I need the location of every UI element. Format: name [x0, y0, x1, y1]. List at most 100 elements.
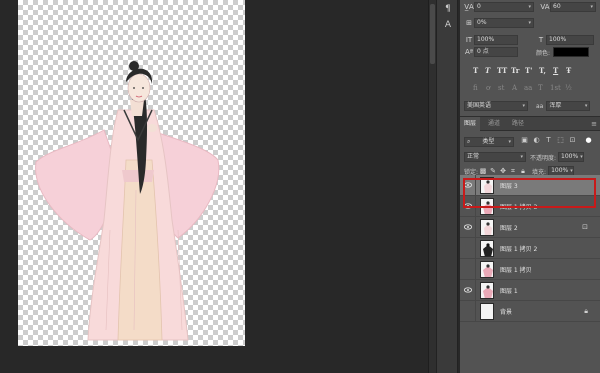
type-filter-icon[interactable]: T [544, 136, 553, 145]
layer-row[interactable]: 图层 3 [460, 174, 600, 196]
baseline-shift-value: 0 点 [477, 48, 489, 55]
subscript-button[interactable]: T, [539, 66, 546, 75]
vertical-scale-icon: IT [465, 36, 473, 44]
visibility-eye-icon[interactable] [460, 216, 476, 238]
blend-row: 正常 ▾ 不透明度: 100% ▾ [464, 151, 585, 163]
chevron-down-icon[interactable]: ▾ [585, 102, 588, 110]
swash-button[interactable]: A [512, 84, 517, 92]
discretionary-ligature-button[interactable]: st [498, 84, 504, 92]
layer-thumbnail[interactable] [480, 218, 494, 236]
horizontal-scale-field[interactable]: 100% [546, 35, 594, 45]
ordinals-button[interactable]: 1st [550, 84, 561, 92]
visibility-eye-icon[interactable] [460, 174, 476, 196]
lock-transparent-pixels-icon[interactable]: ▩ [478, 167, 488, 175]
tab-layers[interactable]: 图层 [460, 117, 481, 131]
layer-row[interactable]: 图层 2 ⊡ [460, 216, 600, 238]
vertical-scale-field[interactable]: 100% [474, 35, 518, 45]
fractions-button[interactable]: ½ [565, 84, 572, 92]
layer-thumbnail[interactable] [480, 260, 494, 278]
chevron-down-icon[interactable]: ▾ [570, 167, 573, 175]
titling-alternates-button[interactable]: T [538, 84, 543, 92]
faux-bold-button[interactable]: T [473, 66, 478, 75]
canvas-workspace[interactable] [0, 0, 428, 373]
tab-paths[interactable]: 路径 [508, 117, 528, 131]
visibility-toggle-empty[interactable] [460, 237, 476, 259]
right-panels: V̲A 0 ▾ VA 60 ▾ ⊞ 0% ▾ IT 100% T 100% Aª [460, 0, 600, 373]
layer-row[interactable]: 图层 1 [460, 279, 600, 301]
opacity-field[interactable]: 100% ▾ [558, 152, 585, 162]
proportional-spacing-field[interactable]: 0% ▾ [474, 18, 534, 28]
scrollbar-thumb[interactable] [430, 4, 435, 64]
character-icon[interactable]: A [442, 20, 454, 30]
language-select[interactable]: 美国英语 ▾ [464, 101, 528, 111]
blend-mode-select[interactable]: 正常 ▾ [464, 152, 526, 162]
tracking-icon: V̲A [464, 3, 474, 11]
tracking-field[interactable]: 0 ▾ [474, 2, 534, 12]
layer-thumbnail[interactable] [480, 302, 494, 320]
text-color-swatch[interactable] [553, 47, 590, 57]
faux-italic-button[interactable]: T [485, 66, 490, 75]
layer-filter-row: ⌕ 类型 ▾ [464, 136, 514, 148]
layer-row[interactable]: 图层 1 拷贝 3 [460, 195, 600, 217]
layer-row[interactable]: 图层 1 拷贝 [460, 258, 600, 280]
underline-button[interactable]: T [553, 66, 558, 75]
ligature-button[interactable]: fi [473, 84, 478, 92]
layer-filter-select[interactable]: ⌕ 类型 ▾ [464, 137, 514, 147]
smart-object-filter-icon[interactable]: ⊡ [568, 136, 577, 145]
chevron-down-icon[interactable]: ▾ [522, 102, 525, 110]
document-canvas[interactable] [18, 0, 245, 346]
vertical-scrollbar[interactable] [428, 0, 436, 373]
layer-thumbnail[interactable] [480, 281, 494, 299]
stylistic-alternates-button[interactable]: aa [524, 84, 532, 92]
baseline-shift-field[interactable]: 0 点 [474, 47, 518, 57]
visibility-eye-icon[interactable] [460, 279, 476, 301]
tracking-value: 0 [477, 3, 481, 10]
kerning-field[interactable]: 60 ▾ [550, 2, 596, 12]
visibility-eye-icon[interactable] [460, 195, 476, 217]
paragraph-icon[interactable]: ¶ [442, 4, 454, 14]
proportional-spacing-value: 0% [477, 19, 487, 26]
lock-position-icon[interactable]: ✥ [498, 167, 508, 175]
layer-name[interactable]: 背景 [500, 307, 512, 316]
all-caps-button[interactable]: TT [497, 66, 507, 75]
panel-menu-icon[interactable]: ≡ [591, 120, 597, 128]
opacity-value: 100% [561, 153, 579, 160]
layer-thumbnail[interactable] [480, 176, 494, 194]
visibility-toggle-empty[interactable] [460, 300, 476, 322]
shape-filter-icon[interactable]: ⬚ [556, 136, 565, 145]
chevron-down-icon[interactable]: ▾ [528, 3, 531, 11]
tab-channels[interactable]: 通道 [484, 117, 504, 131]
woman-in-hanfu-artwork [35, 61, 220, 341]
chevron-down-icon[interactable]: ▾ [590, 3, 593, 11]
layer-filter-value: 类型 [482, 138, 495, 145]
lock-icon: 🔒︎ [584, 307, 588, 315]
layer-row[interactable]: 背景 🔒︎ [460, 300, 600, 322]
adjustment-filter-icon[interactable]: ◐ [532, 136, 541, 145]
layer-name[interactable]: 图层 2 [500, 223, 518, 232]
antialias-select[interactable]: 浑厚 ▾ [546, 101, 591, 111]
chevron-down-icon[interactable]: ▾ [520, 153, 523, 161]
search-icon: ⌕ [467, 138, 471, 145]
layer-name[interactable]: 图层 1 拷贝 [500, 265, 532, 274]
smart-object-icon: ⊡ [582, 223, 588, 231]
visibility-toggle-empty[interactable] [460, 258, 476, 280]
layer-row[interactable]: 图层 1 拷贝 2 [460, 237, 600, 259]
layers-panel-tabs: 图层 通道 路径 ≡ [460, 117, 600, 131]
layer-name[interactable]: 图层 1 拷贝 2 [500, 244, 537, 253]
layer-name[interactable]: 图层 3 [500, 181, 518, 190]
chevron-down-icon[interactable]: ▾ [508, 138, 511, 146]
layer-name[interactable]: 图层 1 [500, 286, 518, 295]
chevron-down-icon[interactable]: ▾ [580, 153, 583, 161]
superscript-button[interactable]: T' [525, 66, 532, 75]
alt-ligature-button[interactable]: ơ [486, 84, 490, 92]
layer-thumbnail[interactable] [480, 239, 494, 257]
pixel-filter-icon[interactable]: ▣ [520, 136, 529, 145]
strikethrough-button[interactable]: Ŧ [566, 66, 571, 75]
lock-image-pixels-icon[interactable]: ✎ [488, 167, 498, 175]
layer-thumbnail[interactable] [480, 197, 494, 215]
chevron-down-icon[interactable]: ▾ [528, 19, 531, 27]
filter-toggle-icon[interactable]: ● [584, 136, 593, 145]
antialias-value: 浑厚 [549, 102, 562, 109]
small-caps-button[interactable]: Tr [511, 66, 519, 75]
layer-name[interactable]: 图层 1 拷贝 3 [500, 202, 537, 211]
